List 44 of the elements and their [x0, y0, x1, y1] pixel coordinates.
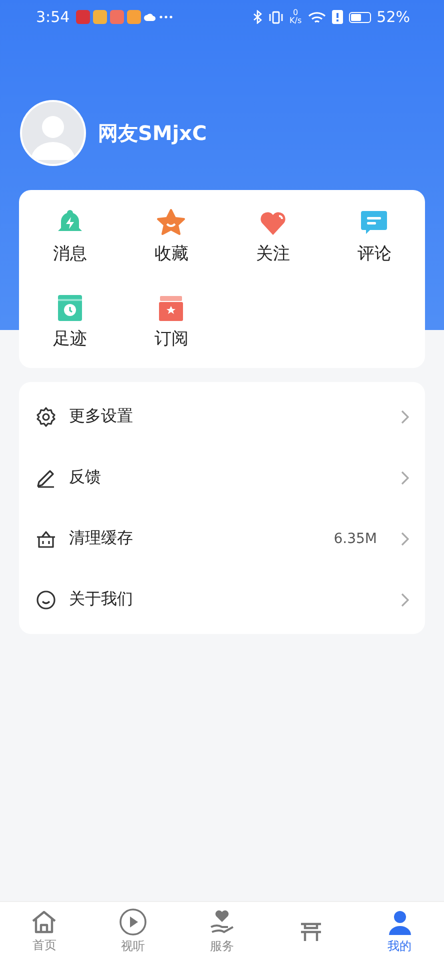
alert-icon	[332, 10, 343, 24]
chevron-icon	[401, 470, 409, 484]
menu-label: 清理缓存	[69, 528, 134, 549]
home-icon	[30, 908, 58, 934]
network-speed: 0 K/s	[290, 9, 302, 25]
battery-icon	[348, 12, 371, 22]
user-name: 网友SMjxC	[98, 120, 207, 146]
cloud-icon	[144, 13, 156, 21]
battery-percent: 52%	[376, 8, 410, 26]
nav-tab[interactable]: 首页	[0, 902, 89, 960]
menu-row[interactable]: 清理缓存 6.35M	[19, 508, 425, 569]
heart-hand-icon	[208, 908, 236, 936]
app-notification-icon	[76, 10, 90, 24]
app-notification-icon	[92, 10, 107, 24]
app-notification-icon	[126, 10, 141, 24]
shortcut-item[interactable]: 足迹	[19, 293, 120, 350]
shortcut-item[interactable]: 评论	[324, 208, 425, 265]
chevron-icon	[401, 532, 409, 546]
more-icon	[158, 15, 173, 19]
menu-row[interactable]: 反馈	[19, 447, 425, 508]
menu-label: 更多设置	[69, 406, 134, 427]
bluetooth-icon	[252, 10, 262, 24]
menu-label: 关于我们	[69, 589, 134, 610]
vibrate-icon	[268, 10, 284, 24]
nav-tab[interactable]: 我的	[355, 902, 444, 960]
status-time: 3:54	[36, 8, 70, 26]
chevron-icon	[401, 410, 409, 424]
star-icon	[156, 208, 186, 238]
nav-tab[interactable]: 视听	[88, 902, 178, 960]
wifi-icon	[308, 10, 326, 24]
shortcut-item[interactable]: 收藏	[120, 208, 222, 265]
nav-tab[interactable]: 服务	[178, 902, 266, 960]
shortcut-item[interactable]: 订阅	[120, 293, 222, 350]
menu-row[interactable]: 关于我们	[19, 569, 425, 630]
chevron-icon	[401, 592, 409, 606]
cache-size: 6.35M	[334, 530, 377, 546]
menu-row[interactable]: 更多设置	[19, 386, 425, 447]
settings-icon	[35, 406, 57, 428]
smile-icon	[35, 588, 57, 610]
app-notification-icon	[110, 10, 124, 24]
shortcut-item[interactable]: 关注	[222, 208, 324, 265]
menu-label: 反馈	[69, 467, 102, 488]
play-icon	[119, 908, 148, 936]
shortcut-item[interactable]: 消息	[19, 208, 120, 265]
